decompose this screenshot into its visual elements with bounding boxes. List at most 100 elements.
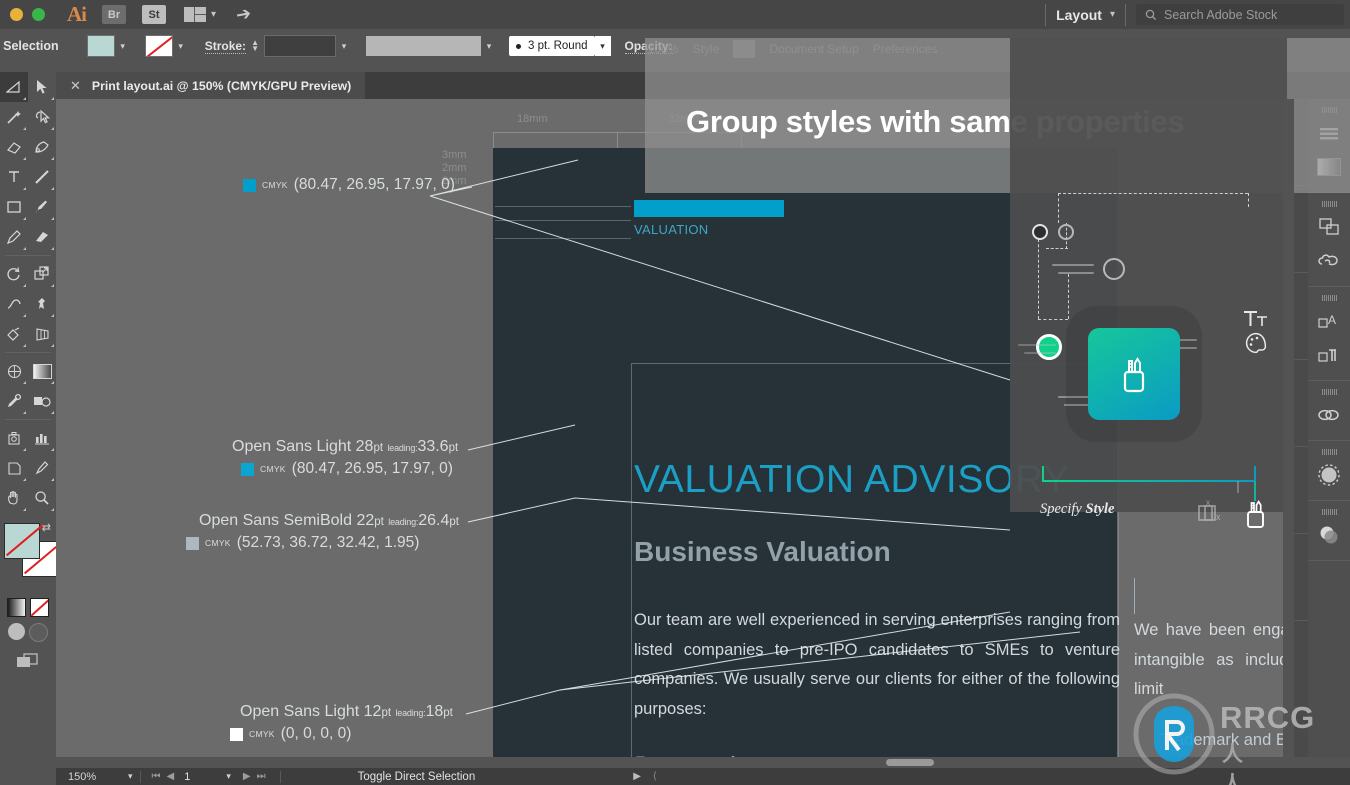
tool-direct-selection[interactable] bbox=[28, 102, 56, 132]
tool-type[interactable] bbox=[0, 162, 28, 192]
tool-pencil[interactable] bbox=[0, 222, 28, 252]
tool-rotate[interactable] bbox=[0, 259, 28, 289]
stroke-weight-field[interactable] bbox=[264, 35, 337, 57]
layers-icon[interactable] bbox=[1308, 210, 1350, 244]
tool-selection[interactable] bbox=[28, 72, 56, 102]
first-artboard-icon[interactable]: ⏮ bbox=[152, 771, 161, 782]
zoom-chevron-icon[interactable]: ▾ bbox=[128, 771, 133, 782]
tool-shape-builder-2[interactable] bbox=[0, 319, 28, 349]
duplicate-icon[interactable]: xx bbox=[1196, 498, 1226, 533]
node-hollow[interactable] bbox=[1103, 258, 1125, 280]
stroke-weight-stepper[interactable]: ▲ ▼ bbox=[246, 36, 264, 56]
gradient-swatch-icon[interactable] bbox=[7, 598, 26, 617]
zoom-level[interactable]: 150% bbox=[56, 771, 128, 783]
node-active-green[interactable] bbox=[1036, 334, 1062, 360]
tool-width[interactable] bbox=[0, 289, 28, 319]
tool-eraser[interactable] bbox=[0, 132, 28, 162]
variable-width-profile-field[interactable] bbox=[366, 36, 482, 56]
creative-cloud-icon[interactable] bbox=[1308, 244, 1350, 278]
prev-artboard-icon[interactable]: ◀ bbox=[167, 771, 175, 782]
chevron-down-icon[interactable]: ▾ bbox=[1110, 9, 1115, 20]
play-icon[interactable]: ▶ bbox=[633, 771, 641, 782]
close-icon[interactable]: ✕ bbox=[70, 78, 81, 94]
node-hollow[interactable] bbox=[1058, 224, 1074, 240]
dock-group-styles[interactable]: A bbox=[1308, 287, 1350, 381]
tool-gradient[interactable] bbox=[28, 356, 56, 386]
tool-paintbrush[interactable] bbox=[28, 192, 56, 222]
tool-blend[interactable] bbox=[28, 386, 56, 416]
transparency-icon[interactable] bbox=[1308, 518, 1350, 552]
brush-chevron-icon[interactable]: ▾ bbox=[594, 36, 611, 56]
fill-swatch[interactable] bbox=[4, 523, 40, 559]
draw-behind-icon[interactable] bbox=[29, 623, 48, 642]
cyan-accent-bar[interactable] bbox=[634, 200, 784, 217]
status-mode-label[interactable]: Toggle Direct Selection bbox=[358, 771, 476, 783]
artboard-heading[interactable]: VALUATION ADVISORY bbox=[634, 458, 1070, 502]
tool-blob-brush[interactable] bbox=[28, 222, 56, 252]
palette-icon[interactable] bbox=[1244, 331, 1268, 360]
tool-line-segment[interactable] bbox=[28, 162, 56, 192]
change-screen-mode-icon[interactable] bbox=[16, 652, 40, 670]
dock-group-transparency[interactable] bbox=[1308, 501, 1350, 561]
artboard-chevron-icon[interactable]: ▾ bbox=[226, 771, 231, 782]
stroke-label[interactable]: Stroke: bbox=[204, 39, 247, 54]
artboard-body[interactable]: Our team are well experienced in serving… bbox=[634, 606, 1120, 724]
dock-group-appearance[interactable] bbox=[1308, 441, 1350, 501]
links-icon[interactable] bbox=[1308, 398, 1350, 432]
tool-magic-wand[interactable] bbox=[0, 102, 28, 132]
node-dark[interactable] bbox=[1032, 224, 1048, 240]
dock-group-layers[interactable] bbox=[1308, 193, 1350, 287]
artboard-kicker[interactable]: VALUATION bbox=[634, 222, 708, 237]
fill-dropdown-chevron-icon[interactable]: ▾ bbox=[115, 36, 131, 56]
tool-slice[interactable] bbox=[28, 453, 56, 483]
bridge-button[interactable]: Br bbox=[102, 5, 126, 24]
draw-normal-icon[interactable] bbox=[8, 623, 25, 640]
window-controls[interactable] bbox=[10, 8, 45, 21]
expand-icon[interactable]: ⟨ bbox=[653, 771, 657, 782]
vertical-scrollbar[interactable] bbox=[1283, 99, 1294, 768]
none-swatch-icon[interactable] bbox=[30, 598, 49, 617]
tool-shape-builder[interactable] bbox=[0, 72, 28, 102]
pencil-cup-outline-icon[interactable] bbox=[1238, 496, 1272, 535]
tool-symbol-sprayer[interactable] bbox=[0, 423, 28, 453]
dock-group-links[interactable] bbox=[1308, 381, 1350, 441]
rocket-icon[interactable]: ➔ bbox=[234, 3, 253, 26]
arrange-documents-button[interactable]: ▾ bbox=[184, 7, 216, 22]
tool-hand[interactable] bbox=[0, 483, 28, 513]
tool-artboard[interactable] bbox=[0, 453, 28, 483]
search-input[interactable]: Search Adobe Stock bbox=[1136, 4, 1344, 25]
drawing-mode-row[interactable] bbox=[0, 623, 56, 642]
last-artboard-icon[interactable]: ⏭ bbox=[257, 771, 266, 782]
stroke-weight-chevron-icon[interactable]: ▾ bbox=[336, 36, 352, 56]
stroke-color-swatch[interactable] bbox=[144, 35, 173, 57]
dock-secondary-column[interactable] bbox=[1294, 99, 1308, 768]
artboard-subheading[interactable]: Business Valuation bbox=[634, 536, 891, 568]
color-mode-row[interactable] bbox=[0, 598, 56, 617]
screen-mode-row[interactable] bbox=[0, 652, 56, 670]
stroke-dropdown-chevron-icon[interactable]: ▾ bbox=[173, 36, 189, 56]
tool-zoom[interactable] bbox=[28, 483, 56, 513]
tool-mesh[interactable] bbox=[0, 356, 28, 386]
minimize-button[interactable] bbox=[10, 8, 23, 21]
brush-definition-field[interactable]: 3 pt. Round bbox=[509, 36, 595, 56]
tool-eyedropper[interactable] bbox=[0, 386, 28, 416]
horizontal-scroll-thumb[interactable] bbox=[886, 759, 934, 766]
stock-button[interactable]: St bbox=[142, 5, 166, 24]
maximize-button[interactable] bbox=[32, 8, 45, 21]
tool-pen[interactable] bbox=[28, 132, 56, 162]
character-styles-icon[interactable]: A bbox=[1308, 304, 1350, 338]
tool-rectangle[interactable] bbox=[0, 192, 28, 222]
width-profile-chevron-icon[interactable]: ▾ bbox=[481, 36, 497, 56]
pencil-cup-icon[interactable] bbox=[1088, 328, 1180, 420]
appearance-icon[interactable] bbox=[1308, 458, 1350, 492]
swap-fill-stroke-icon[interactable]: ⇄ bbox=[42, 521, 51, 534]
artboard-number[interactable]: 1 bbox=[184, 771, 190, 783]
tool-free-transform[interactable] bbox=[28, 289, 56, 319]
document-tab[interactable]: ✕ Print layout.ai @ 150% (CMYK/GPU Previ… bbox=[56, 72, 366, 99]
tool-column-graph[interactable] bbox=[28, 423, 56, 453]
workspace-switcher[interactable]: Layout bbox=[1056, 7, 1102, 23]
fill-stroke-controls[interactable]: ⇄ bbox=[0, 519, 58, 595]
fill-color-swatch[interactable] bbox=[86, 35, 115, 57]
tool-perspective-grid[interactable] bbox=[28, 319, 56, 349]
paragraph-styles-icon[interactable] bbox=[1308, 338, 1350, 372]
